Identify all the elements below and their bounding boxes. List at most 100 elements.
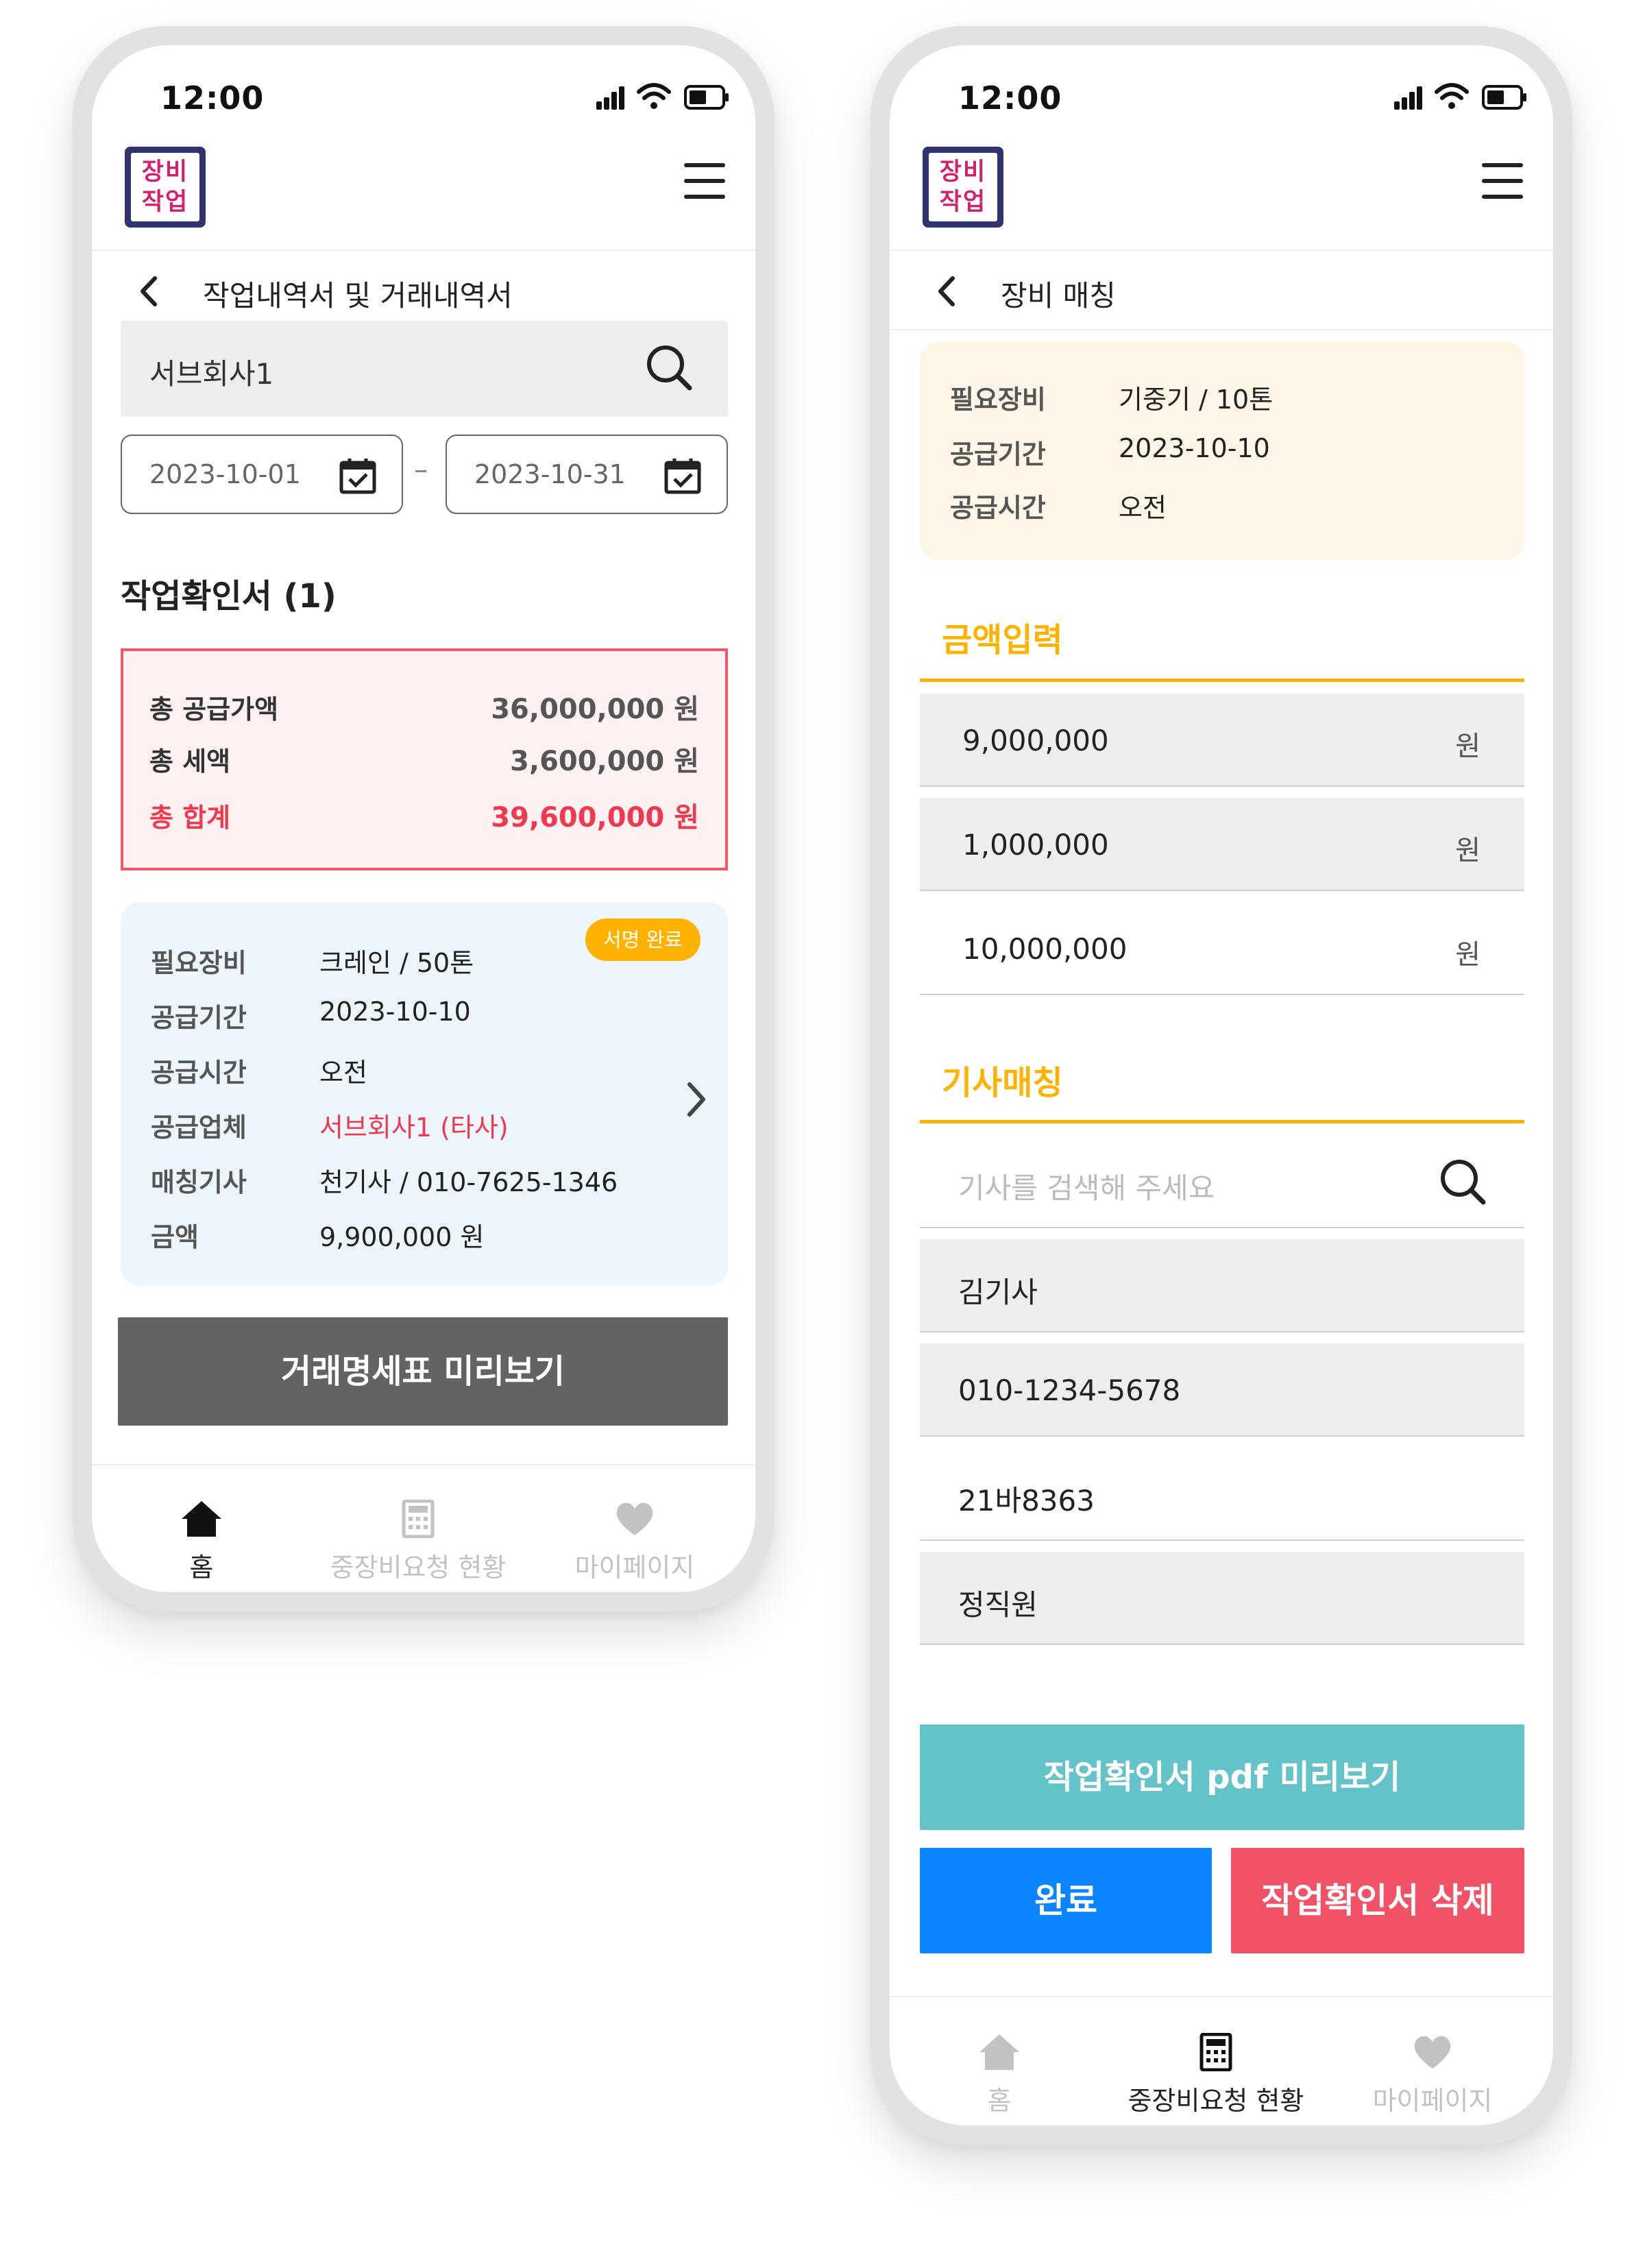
tabbar-divider xyxy=(890,1996,1553,1997)
total-tax-label: 총 세액 xyxy=(149,746,231,777)
heart-icon xyxy=(1414,2036,1451,2069)
date-range-separator xyxy=(415,470,426,472)
date-to-field[interactable]: 2023-10-31 xyxy=(446,435,728,514)
driver-result-row[interactable]: 21바8363 xyxy=(920,1448,1524,1541)
hamburger-menu-icon[interactable] xyxy=(1482,163,1523,199)
card-value: 천기사 / 010-7625-1346 xyxy=(319,1167,618,1197)
tab-home-label: 홈 xyxy=(987,2086,1012,2116)
screen-right: 12:00 장비 작업 장비 매칭 필요장비 기중기 / 10톤 공급기간 20… xyxy=(890,45,1553,2125)
date-to-value: 2023-10-31 xyxy=(474,459,626,489)
card-value: 크레인 / 50톤 xyxy=(319,948,474,978)
totals-summary: 총 공급가액 36,000,000 원 총 세액 3,600,000 원 총 합… xyxy=(121,648,728,870)
date-from-value: 2023-10-01 xyxy=(149,459,301,489)
company-search-box[interactable]: 서브회사1 xyxy=(121,321,728,417)
page-title: 장비 매칭 xyxy=(1001,279,1116,313)
amount-total: 10,000,000 원 xyxy=(920,902,1524,995)
card-label: 매칭기사 xyxy=(151,1167,247,1197)
back-chevron-icon[interactable] xyxy=(934,274,961,308)
tab-home-label: 홈 xyxy=(189,1552,214,1583)
search-icon[interactable] xyxy=(1438,1157,1487,1206)
card-value: 2023-10-10 xyxy=(319,997,471,1027)
driver-section-underline xyxy=(920,1120,1524,1123)
pdf-preview-button[interactable]: 작업확인서 pdf 미리보기 xyxy=(920,1724,1524,1830)
heart-icon xyxy=(616,1502,653,1535)
request-info-box: 필요장비 기중기 / 10톤 공급기간 2023-10-10 공급시간 오전 xyxy=(920,341,1524,561)
driver-result-row[interactable]: 김기사 xyxy=(920,1239,1524,1332)
card-label: 필요장비 xyxy=(151,948,247,978)
complete-button[interactable]: 완료 xyxy=(920,1848,1212,1953)
logo-text-top: 장비 xyxy=(939,158,987,186)
info-value: 2023-10-10 xyxy=(1119,433,1270,463)
signed-status-badge: 서명 완료 xyxy=(585,918,700,961)
card-value-supplier: 서브회사1 (타사) xyxy=(319,1112,509,1143)
amount-section-title: 금액입력 xyxy=(942,621,1063,659)
wifi-icon xyxy=(1435,83,1469,109)
phone-frame-left: 12:00 장비 작업 작업내역서 및 거래내역서 서브회사1 2023-10-… xyxy=(73,26,775,1611)
card-label: 공급시간 xyxy=(151,1058,247,1088)
info-value: 기중기 / 10톤 xyxy=(1119,385,1274,415)
amount-value: 10,000,000 xyxy=(962,932,1128,966)
calculator-icon xyxy=(402,1500,435,1538)
info-value: 오전 xyxy=(1119,493,1167,523)
invoice-preview-button[interactable]: 거래명세표 미리보기 xyxy=(118,1317,728,1426)
header-divider xyxy=(890,249,1553,251)
amount-input-tax[interactable]: 1,000,000 원 xyxy=(920,798,1524,891)
hamburger-menu-icon[interactable] xyxy=(684,163,725,199)
driver-result-row[interactable]: 010-1234-5678 xyxy=(920,1343,1524,1437)
battery-icon xyxy=(1482,85,1526,110)
company-search-value[interactable]: 서브회사1 xyxy=(149,351,273,393)
phone-frame-right: 12:00 장비 작업 장비 매칭 필요장비 기중기 / 10톤 공급기간 20… xyxy=(870,26,1572,2145)
driver-phone: 010-1234-5678 xyxy=(958,1374,1181,1407)
vehicle-plate: 21바8363 xyxy=(958,1484,1095,1517)
info-label: 공급시간 xyxy=(950,493,1046,523)
delete-confirmation-button[interactable]: 작업확인서 삭제 xyxy=(1231,1848,1524,1953)
info-label: 필요장비 xyxy=(950,385,1046,415)
tab-home[interactable]: 홈 xyxy=(99,1500,304,1584)
tab-mypage[interactable]: 마이페이지 xyxy=(532,1500,738,1584)
card-value: 9,900,000 원 xyxy=(319,1222,485,1252)
logo-text-top: 장비 xyxy=(141,158,189,186)
staff-name: 정직원 xyxy=(958,1588,1038,1622)
battery-icon xyxy=(684,85,729,110)
driver-search-placeholder[interactable]: 기사를 검색해 주세요 xyxy=(958,1165,1215,1207)
work-confirmation-card[interactable]: 서명 완료 필요장비 크레인 / 50톤 공급기간 2023-10-10 공급시… xyxy=(121,902,728,1286)
title-divider xyxy=(890,329,1553,330)
card-label: 공급업체 xyxy=(151,1112,247,1143)
chevron-right-icon[interactable] xyxy=(684,1080,709,1119)
logo-text-bottom: 작업 xyxy=(939,188,987,216)
calculator-icon xyxy=(1199,2033,1232,2071)
tab-mypage-label: 마이페이지 xyxy=(1372,2086,1493,2116)
signal-icon xyxy=(596,85,626,110)
tab-equipment-requests-label: 중장비요청 현황 xyxy=(1128,2086,1304,2116)
logo-text-bottom: 작업 xyxy=(141,188,189,216)
tab-equipment-requests[interactable]: 중장비요청 현황 xyxy=(1113,2033,1319,2117)
amount-value[interactable]: 1,000,000 xyxy=(962,828,1109,862)
signal-icon xyxy=(1394,85,1424,110)
status-time: 12:00 xyxy=(958,80,1062,117)
app-logo[interactable]: 장비 작업 xyxy=(923,147,1003,228)
amount-input-supply[interactable]: 9,000,000 원 xyxy=(920,694,1524,787)
driver-name: 김기사 xyxy=(958,1276,1038,1309)
app-logo[interactable]: 장비 작업 xyxy=(125,147,206,228)
date-from-field[interactable]: 2023-10-01 xyxy=(121,435,403,514)
back-chevron-icon[interactable] xyxy=(136,274,163,308)
info-label: 공급기간 xyxy=(950,439,1046,470)
calendar-icon[interactable] xyxy=(663,456,702,495)
page-title: 작업내역서 및 거래내역서 xyxy=(203,279,513,313)
section-title: 작업확인서 (1) xyxy=(121,577,337,615)
calendar-icon[interactable] xyxy=(339,456,377,495)
driver-search-field[interactable]: 기사를 검색해 주세요 xyxy=(920,1135,1524,1228)
amount-unit: 원 xyxy=(1455,731,1480,762)
amount-unit: 원 xyxy=(1455,835,1480,866)
total-tax-value: 3,600,000 원 xyxy=(510,746,699,777)
tab-mypage[interactable]: 마이페이지 xyxy=(1330,2033,1535,2117)
card-label: 금액 xyxy=(151,1222,199,1252)
card-value: 오전 xyxy=(319,1058,367,1088)
screen-left: 12:00 장비 작업 작업내역서 및 거래내역서 서브회사1 2023-10-… xyxy=(92,45,755,1592)
tab-home[interactable]: 홈 xyxy=(897,2033,1102,2117)
amount-value[interactable]: 9,000,000 xyxy=(962,724,1109,757)
search-icon[interactable] xyxy=(644,343,694,392)
tab-equipment-requests[interactable]: 중장비요청 현황 xyxy=(315,1500,521,1584)
driver-result-row[interactable]: 정직원 xyxy=(920,1552,1524,1645)
header-divider xyxy=(92,249,755,251)
